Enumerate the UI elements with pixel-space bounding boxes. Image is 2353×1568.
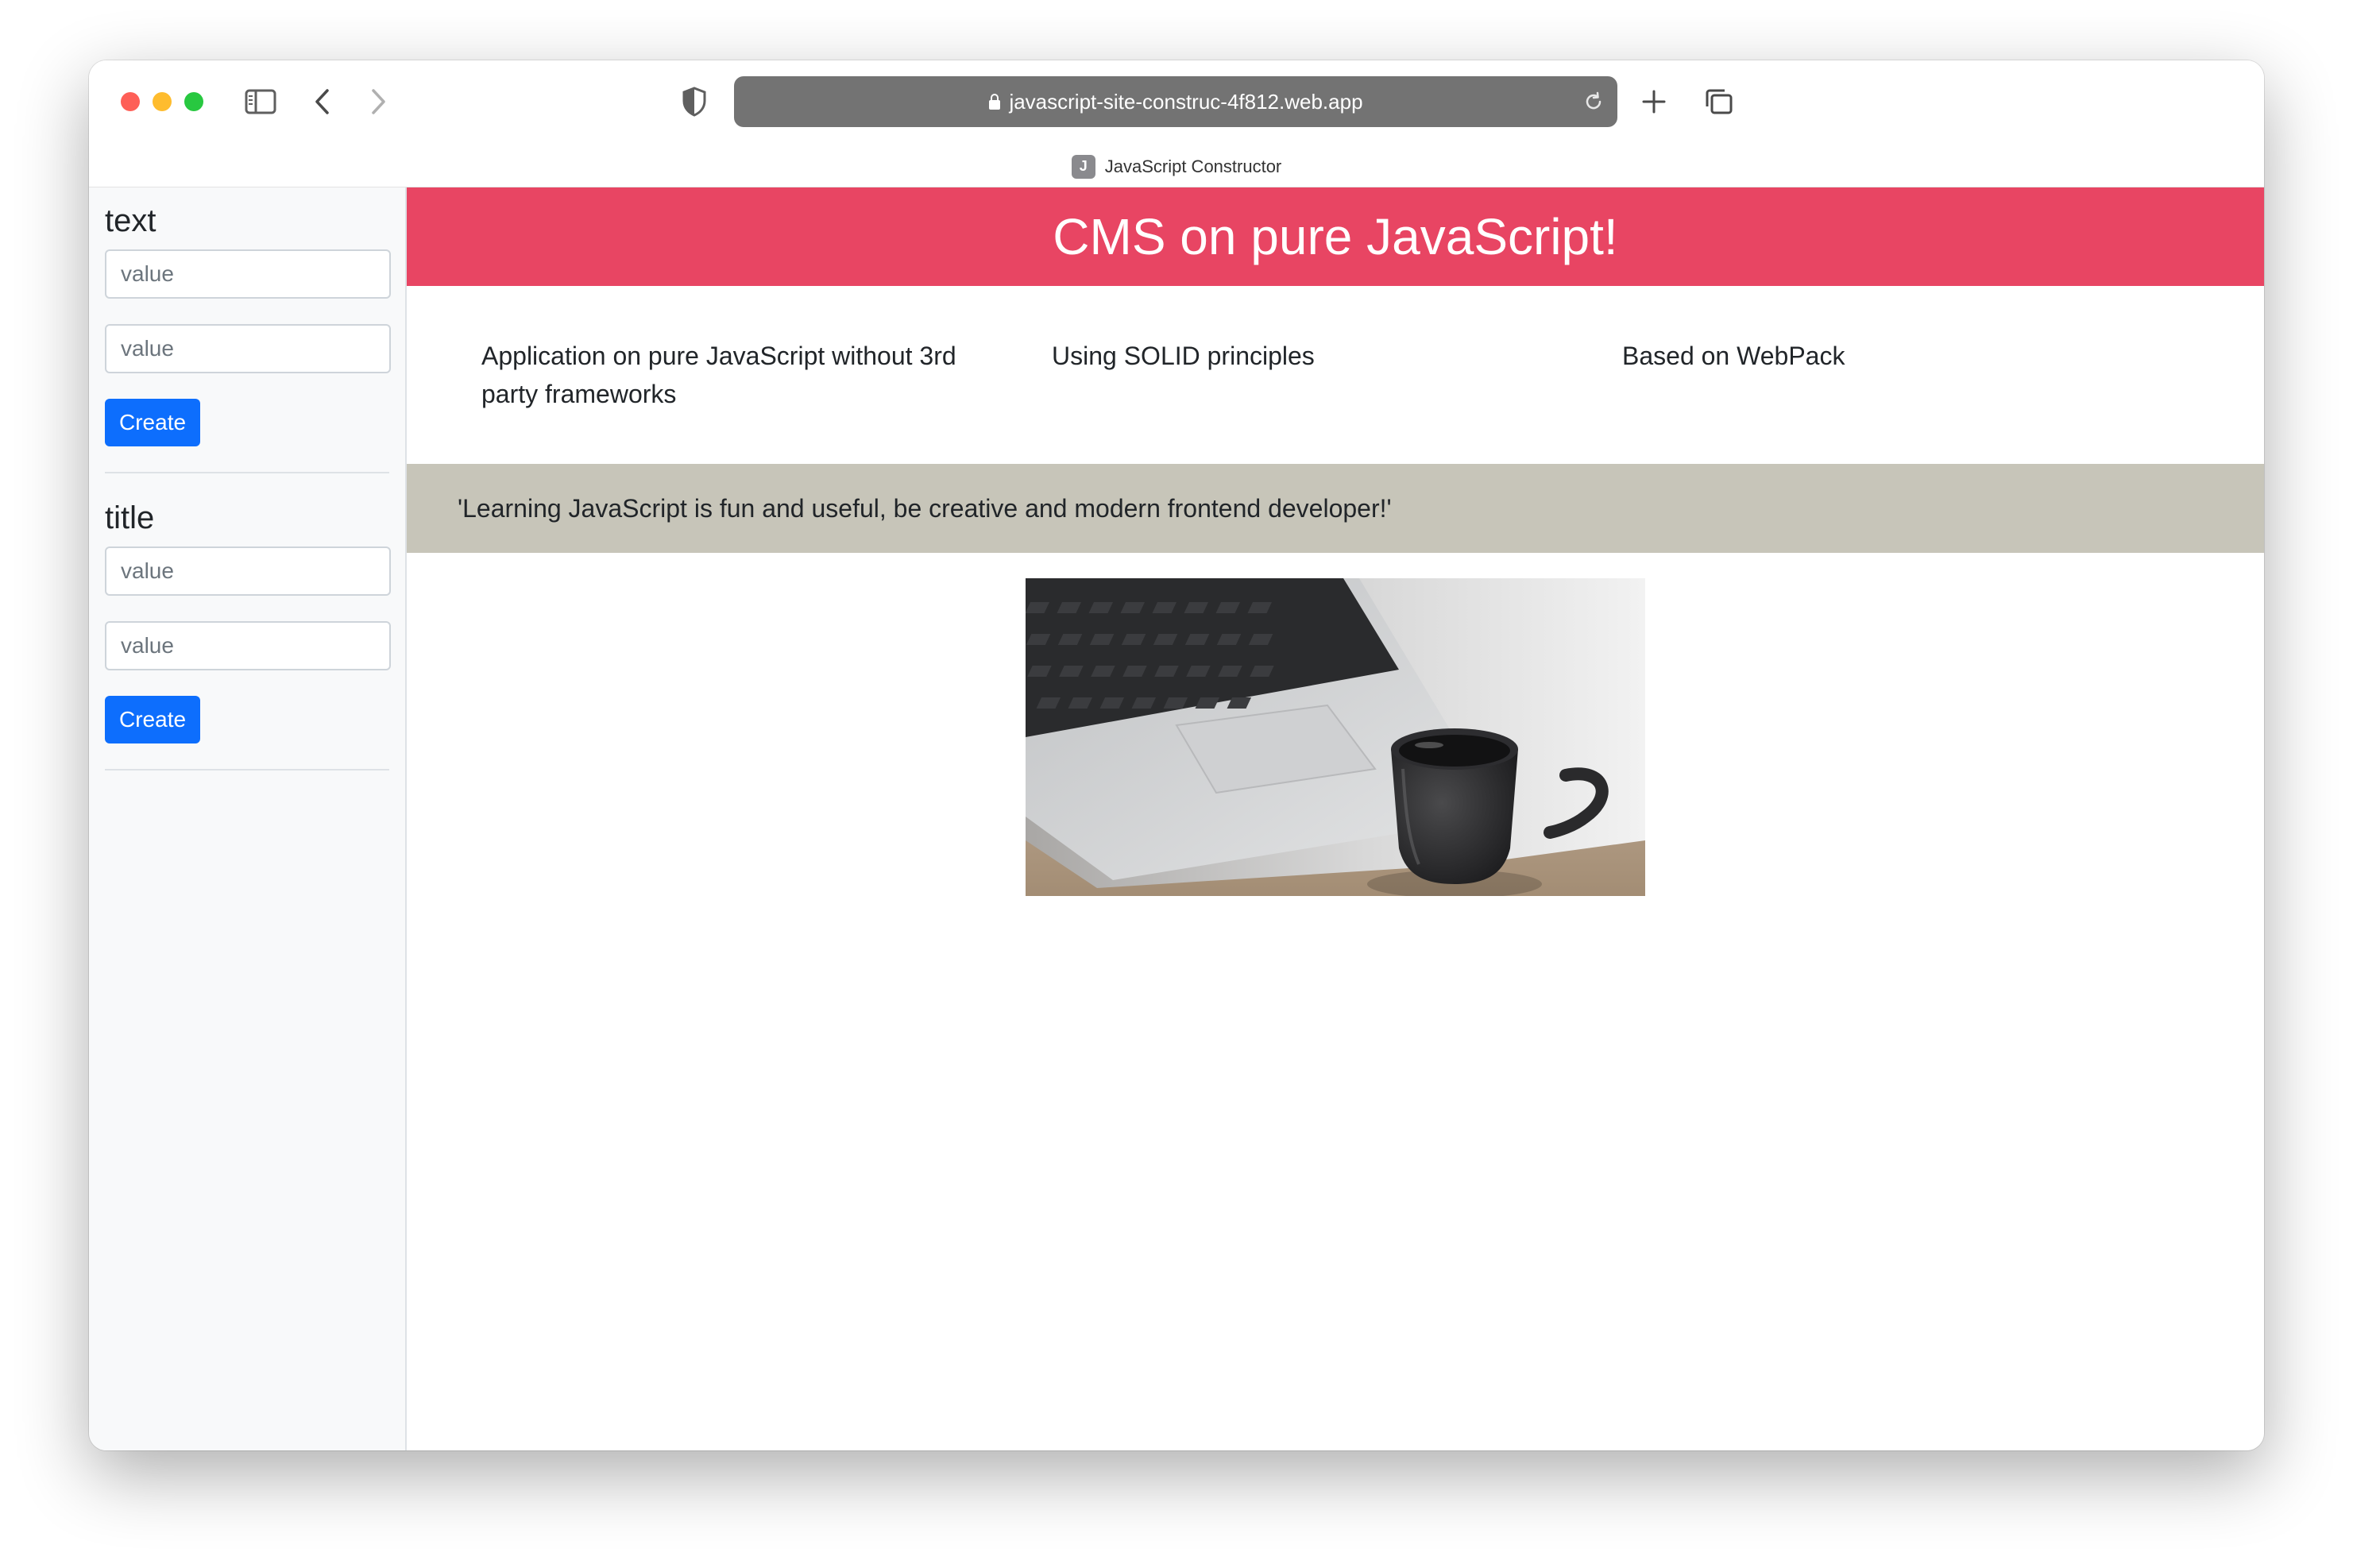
page-title: CMS on pure JavaScript! <box>1053 208 1618 265</box>
feature-column: Using SOLID principles <box>1052 342 1315 370</box>
tab-title[interactable]: JavaScript Constructor <box>1105 156 1282 177</box>
value-input[interactable] <box>105 249 391 299</box>
lock-icon <box>988 93 1001 110</box>
styles-input[interactable] <box>105 324 391 373</box>
value-input[interactable] <box>105 546 391 596</box>
styles-input[interactable] <box>105 621 391 670</box>
favicon: J <box>1071 154 1095 179</box>
chevron-left-icon[interactable] <box>305 86 340 118</box>
shield-icon[interactable] <box>677 86 712 118</box>
quote-block: 'Learning JavaScript is fun and useful, … <box>407 464 2264 553</box>
constructor-sidebar: text Create title Create <box>89 187 407 1450</box>
tabs-icon[interactable] <box>1702 86 1737 118</box>
laptop-and-coffee-cup-photo <box>1026 578 1645 896</box>
close-window-button[interactable] <box>121 92 140 111</box>
quote-text: 'Learning JavaScript is fun and useful, … <box>458 493 1392 523</box>
minimize-window-button[interactable] <box>153 92 172 111</box>
title-block-form: title Create <box>105 499 391 770</box>
browser-window: javascript-site-construc-4f812.web.app J… <box>89 60 2264 1450</box>
image-block <box>407 553 2264 896</box>
chevron-right-icon[interactable] <box>361 86 396 118</box>
web-page: text Create title Create CMS on pure Jav… <box>89 187 2264 1450</box>
reload-icon[interactable] <box>1582 91 1605 118</box>
tab-bar: J JavaScript Constructor <box>89 146 2264 187</box>
sidebar-toggle-icon[interactable] <box>243 86 278 118</box>
address-bar[interactable]: javascript-site-construc-4f812.web.app <box>734 76 1617 127</box>
zoom-window-button[interactable] <box>184 92 203 111</box>
desktop-background: javascript-site-construc-4f812.web.app J… <box>0 0 2353 1568</box>
plus-icon[interactable] <box>1636 86 1671 118</box>
create-button[interactable]: Create <box>105 399 201 446</box>
feature-column: Application on pure JavaScript without 3… <box>481 342 956 408</box>
hero-title-banner: CMS on pure JavaScript! <box>407 187 2264 286</box>
browser-toolbar: javascript-site-construc-4f812.web.app J… <box>89 60 2264 187</box>
window-controls <box>121 92 203 111</box>
feature-column: Based on WebPack <box>1622 342 1845 370</box>
form-heading: title <box>105 500 155 535</box>
form-heading: text <box>105 203 156 238</box>
site-content: CMS on pure JavaScript! Application on p… <box>407 187 2264 1450</box>
feature-columns: Application on pure JavaScript without 3… <box>407 286 2264 464</box>
url-text: javascript-site-construc-4f812.web.app <box>1009 89 1363 114</box>
create-button[interactable]: Create <box>105 696 201 743</box>
text-block-form: text Create <box>105 202 391 473</box>
